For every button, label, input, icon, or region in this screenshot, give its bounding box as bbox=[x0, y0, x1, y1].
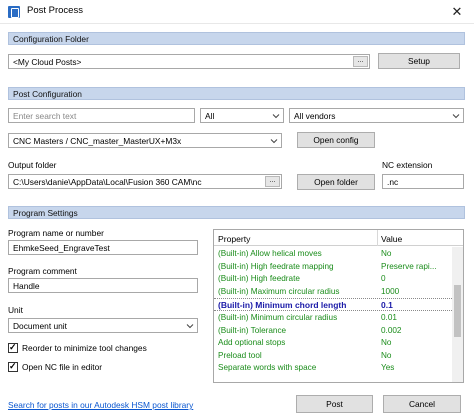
program-name-label: Program name or number bbox=[8, 228, 104, 238]
property-name: (Built-in) Allow helical moves bbox=[218, 249, 322, 258]
search-input[interactable]: Enter search text bbox=[8, 108, 195, 123]
property-grid[interactable]: Property Value (Built-in) Allow helical … bbox=[213, 229, 464, 383]
config-folder-path: <My Cloud Posts> bbox=[13, 57, 82, 67]
table-row[interactable]: Preload tool No bbox=[214, 350, 452, 362]
output-folder-label: Output folder bbox=[8, 160, 57, 170]
property-value: Yes bbox=[381, 363, 395, 372]
vendor-select[interactable]: All vendors bbox=[289, 108, 464, 123]
chevron-down-icon bbox=[186, 324, 194, 329]
post-select[interactable]: CNC Masters / CNC_master_MasterUX+M3x bbox=[8, 133, 282, 148]
post-button[interactable]: Post bbox=[296, 395, 373, 413]
chevron-down-icon bbox=[270, 139, 278, 144]
output-folder-field[interactable]: C:\Users\danie\AppData\Local\Fusion 360 … bbox=[8, 174, 282, 189]
scrollbar-thumb[interactable] bbox=[454, 285, 461, 337]
vendor-value: All vendors bbox=[294, 111, 336, 121]
open-folder-button[interactable]: Open folder bbox=[297, 174, 375, 190]
reorder-label: Reorder to minimize tool changes bbox=[22, 343, 147, 353]
app-icon bbox=[8, 6, 20, 18]
browse-config-folder-button[interactable]: ... bbox=[353, 56, 368, 67]
output-folder-path: C:\Users\danie\AppData\Local\Fusion 360 … bbox=[13, 177, 202, 187]
unit-select[interactable]: Document unit bbox=[8, 318, 198, 333]
post-library-link[interactable]: Search for posts in our Autodesk HSM pos… bbox=[8, 400, 193, 410]
property-name: Preload tool bbox=[218, 350, 262, 360]
header-property[interactable]: Property bbox=[218, 234, 250, 244]
section-title: Post Configuration bbox=[13, 89, 82, 99]
close-icon[interactable]: ✕ bbox=[446, 3, 468, 21]
property-name: Add optional stops bbox=[218, 338, 286, 347]
table-row[interactable]: (Built-in) High feedrate 0 bbox=[214, 273, 452, 285]
browse-output-folder-button[interactable]: ... bbox=[265, 176, 280, 187]
property-value: 0.002 bbox=[381, 325, 402, 335]
config-folder-path-field[interactable]: <My Cloud Posts> ... bbox=[8, 54, 370, 69]
property-name: Separate words with space bbox=[218, 363, 317, 372]
table-row[interactable]: Add optional stops No bbox=[214, 337, 452, 349]
property-value: No bbox=[381, 249, 392, 258]
header-value[interactable]: Value bbox=[381, 234, 402, 244]
window-title: Post Process bbox=[27, 5, 83, 16]
table-row[interactable]: (Built-in) High feedrate mapping Preserv… bbox=[214, 261, 452, 273]
open-nc-checkbox[interactable] bbox=[8, 361, 18, 372]
table-row-selected[interactable]: (Built-in) Minimum chord length 0.1 bbox=[214, 298, 452, 311]
section-header-program-settings: Program Settings bbox=[8, 206, 465, 219]
table-row[interactable]: Separate words with space Yes bbox=[214, 362, 452, 374]
nc-extension-value: .nc bbox=[387, 177, 399, 187]
chevron-down-icon bbox=[452, 114, 460, 119]
property-name: (Built-in) Maximum circular radius bbox=[218, 286, 340, 296]
property-grid-header: Property Value bbox=[214, 230, 463, 246]
property-value: No bbox=[381, 350, 392, 360]
program-comment-value: Handle bbox=[13, 281, 40, 291]
program-name-input[interactable]: EhmkeSeed_EngraveTest bbox=[8, 240, 198, 255]
open-config-button[interactable]: Open config bbox=[297, 132, 375, 148]
section-header-configuration-folder: Configuration Folder bbox=[8, 32, 465, 45]
property-value: Preserve rapi... bbox=[381, 261, 437, 271]
unit-label: Unit bbox=[8, 305, 23, 315]
table-row[interactable]: (Built-in) Tolerance 0.002 bbox=[214, 325, 452, 337]
open-nc-label: Open NC file in editor bbox=[22, 362, 103, 372]
property-name: (Built-in) Minimum chord length bbox=[218, 300, 347, 310]
table-row[interactable]: (Built-in) Maximum circular radius 1000 bbox=[214, 286, 452, 298]
table-row[interactable]: (Built-in) Allow helical moves No bbox=[214, 248, 452, 260]
nc-extension-label: NC extension bbox=[382, 160, 433, 170]
unit-value: Document unit bbox=[13, 321, 67, 331]
section-header-post-configuration: Post Configuration bbox=[8, 87, 465, 100]
program-comment-label: Program comment bbox=[8, 266, 77, 276]
table-row[interactable]: (Built-in) Minimum circular radius 0.01 bbox=[214, 312, 452, 324]
post-value: CNC Masters / CNC_master_MasterUX+M3x bbox=[13, 136, 182, 146]
filter-select[interactable]: All bbox=[200, 108, 284, 123]
property-value: 0.01 bbox=[381, 313, 397, 322]
reorder-checkbox[interactable] bbox=[8, 342, 18, 353]
property-value: 1000 bbox=[381, 286, 400, 296]
property-grid-scrollbar[interactable] bbox=[452, 247, 463, 382]
chevron-down-icon bbox=[272, 114, 280, 119]
program-name-value: EhmkeSeed_EngraveTest bbox=[13, 243, 110, 253]
property-name: (Built-in) Tolerance bbox=[218, 325, 287, 335]
property-name: (Built-in) High feedrate mapping bbox=[218, 261, 334, 271]
title-bar[interactable]: Post Process ✕ bbox=[0, 0, 474, 24]
property-value: 0 bbox=[381, 274, 386, 283]
setup-button[interactable]: Setup bbox=[378, 53, 460, 69]
section-title: Program Settings bbox=[13, 208, 78, 218]
cancel-button[interactable]: Cancel bbox=[383, 395, 461, 413]
program-comment-input[interactable]: Handle bbox=[8, 278, 198, 293]
filter-value: All bbox=[205, 111, 215, 121]
property-value: No bbox=[381, 338, 392, 347]
search-placeholder: Enter search text bbox=[13, 111, 77, 121]
property-value: 0.1 bbox=[381, 300, 393, 310]
property-name: (Built-in) High feedrate bbox=[218, 274, 300, 283]
property-name: (Built-in) Minimum circular radius bbox=[218, 313, 338, 322]
section-title: Configuration Folder bbox=[13, 34, 89, 44]
nc-extension-field[interactable]: .nc bbox=[382, 174, 464, 189]
